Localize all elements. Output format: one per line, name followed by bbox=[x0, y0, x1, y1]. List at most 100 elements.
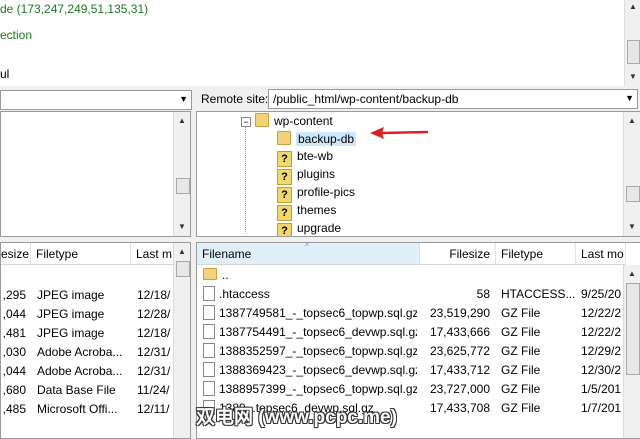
table-row[interactable]: ,044 JPEG image 12/28/ bbox=[1, 305, 173, 324]
local-list-scrollbar[interactable]: ▲ bbox=[173, 243, 190, 438]
cell-lastmod: 1/5/201 bbox=[581, 382, 622, 396]
tree-node-bte-wb[interactable]: ? bte-wb bbox=[277, 149, 333, 167]
table-row[interactable]: ,481 JPEG image 12/18/ bbox=[1, 324, 173, 343]
remote-list-scrollbar[interactable]: ▲ bbox=[623, 265, 640, 438]
scroll-thumb[interactable] bbox=[176, 178, 190, 194]
table-row[interactable]: ,485 Microsoft Offi... 12/11/ bbox=[1, 400, 173, 419]
tree-node-plugins[interactable]: ? plugins bbox=[277, 167, 335, 185]
remote-path-value[interactable]: /public_html/wp-content/backup-db bbox=[273, 92, 458, 106]
table-row[interactable]: 1387749581_-_topsec6_topwp.sql.gz 23,519,… bbox=[197, 304, 623, 323]
cell-filesize: 17,433,712 bbox=[429, 363, 490, 377]
cell-lastmod: 12/30/2 bbox=[581, 363, 622, 377]
scroll-down-icon[interactable]: ▼ bbox=[624, 220, 640, 234]
table-row[interactable]: 1388369423_-_topsec6_devwp.sql.gz 17,433,… bbox=[197, 361, 623, 380]
cell-lastmod: 12/22/2 bbox=[581, 325, 622, 339]
table-row[interactable]: 1387754491_-_topsec6_devwp.sql.gz 17,433,… bbox=[197, 323, 623, 342]
folder-icon bbox=[203, 268, 217, 280]
table-row[interactable]: ,044 Adobe Acroba... 12/31/ bbox=[1, 362, 173, 381]
cell-lastmod: 11/24/ bbox=[137, 383, 170, 397]
scroll-thumb[interactable] bbox=[176, 261, 190, 277]
cell-lastmod: 12/28/ bbox=[137, 307, 171, 321]
cell-filetype: HTACCESS... bbox=[501, 287, 575, 301]
sort-ascending-icon: ^ bbox=[305, 243, 309, 251]
scroll-down-icon[interactable]: ▼ bbox=[174, 220, 190, 234]
scroll-up-icon[interactable]: ▲ bbox=[624, 267, 640, 281]
scroll-thumb[interactable] bbox=[626, 283, 640, 375]
cell-filetype: Data Base File bbox=[37, 383, 116, 397]
cell-filesize: 23,519,290 bbox=[429, 306, 490, 320]
column-header-filesize[interactable]: esize bbox=[1, 243, 31, 265]
local-path-combo[interactable]: ▼ bbox=[0, 90, 192, 110]
table-row[interactable]: .. bbox=[197, 266, 623, 285]
cell-filesize: ,044 bbox=[2, 364, 26, 378]
table-row[interactable]: ,295 JPEG image 12/18/ bbox=[1, 286, 173, 305]
cell-filesize: ,030 bbox=[2, 345, 26, 359]
cell-filetype: GZ File bbox=[501, 306, 541, 320]
column-header-filetype[interactable]: Filetype bbox=[496, 243, 576, 265]
cell-filesize: ,295 bbox=[2, 288, 26, 302]
table-row[interactable]: ,030 Adobe Acroba... 12/31/ bbox=[1, 343, 173, 362]
cell-filetype: Adobe Acroba... bbox=[37, 364, 123, 378]
cell-lastmod: 12/18/ bbox=[137, 326, 171, 340]
cell-filesize: ,485 bbox=[2, 402, 26, 416]
scroll-thumb[interactable] bbox=[627, 40, 640, 64]
tree-node-backup-db[interactable]: backup-db bbox=[277, 131, 357, 149]
filename-text: 1388352597_-_topsec6_topwp.sql.gz bbox=[219, 344, 417, 358]
table-row[interactable]: .htaccess 58 HTACCESS... 9/25/20 bbox=[197, 285, 623, 304]
cell-filesize: ,680 bbox=[2, 383, 26, 397]
local-directory-tree[interactable]: ▲ ▼ bbox=[0, 111, 191, 237]
tree-node-upgrade[interactable]: ? upgrade bbox=[277, 221, 341, 236]
unknown-folder-icon: ? bbox=[277, 151, 292, 167]
collapse-icon[interactable]: − bbox=[241, 117, 251, 127]
column-header-filetype[interactable]: Filetype bbox=[31, 243, 131, 265]
local-file-list[interactable]: esize Filetype Last m ,295 JPEG image 12/1… bbox=[0, 242, 191, 439]
tree-node-wp-content[interactable]: wp-content bbox=[255, 113, 333, 131]
tree-node-themes[interactable]: ? themes bbox=[277, 203, 336, 221]
table-row[interactable]: 1388957399_-_topsec6_topwp.sql.gz 23,727,… bbox=[197, 380, 623, 399]
cell-filetype: Adobe Acroba... bbox=[37, 345, 123, 359]
tree-node-profile-pics[interactable]: ? profile-pics bbox=[277, 185, 355, 203]
filename-text: .htaccess bbox=[219, 287, 270, 301]
file-icon bbox=[203, 343, 215, 358]
cell-filetype: Microsoft Offi... bbox=[37, 402, 118, 416]
message-log: de (173,247,249,51,135,31) ection ul bbox=[0, 0, 624, 86]
remote-path-combo[interactable]: /public_html/wp-content/backup-db ▼ bbox=[268, 89, 638, 109]
cell-filename: 1387754491_-_topsec6_devwp.sql.gz bbox=[203, 323, 417, 342]
cell-filename: 1388369423_-_topsec6_devwp.sql.gz bbox=[203, 361, 417, 380]
scroll-up-icon[interactable]: ▲ bbox=[625, 0, 640, 14]
cell-filesize: 17,433,708 bbox=[429, 401, 490, 415]
scroll-up-icon[interactable]: ▲ bbox=[174, 114, 190, 128]
column-header-filename[interactable]: Filename ^ bbox=[197, 243, 420, 265]
column-header-filesize[interactable]: Filesize bbox=[420, 243, 496, 265]
folder-icon bbox=[255, 113, 269, 127]
cell-lastmod bbox=[581, 266, 623, 285]
scroll-thumb[interactable] bbox=[626, 186, 640, 202]
file-icon bbox=[203, 324, 215, 339]
tree-guide-line bbox=[245, 122, 247, 234]
file-icon bbox=[203, 286, 215, 301]
table-row[interactable]: 1388352597_-_topsec6_topwp.sql.gz 23,625,… bbox=[197, 342, 623, 361]
cell-filename: 1388352597_-_topsec6_topwp.sql.gz bbox=[203, 342, 417, 361]
log-scrollbar[interactable]: ▲ ▼ bbox=[624, 0, 640, 86]
log-line: de (173,247,249,51,135,31) bbox=[0, 2, 149, 16]
unknown-folder-icon: ? bbox=[277, 205, 292, 221]
column-header-lastmod[interactable]: Last mo bbox=[576, 243, 626, 265]
chevron-down-icon[interactable]: ▼ bbox=[625, 93, 634, 103]
cell-filename: 1387749581_-_topsec6_topwp.sql.gz bbox=[203, 304, 417, 323]
scroll-up-icon[interactable]: ▲ bbox=[624, 114, 640, 128]
log-line: ul bbox=[0, 67, 10, 81]
unknown-folder-icon: ? bbox=[277, 187, 292, 203]
remote-tree-scrollbar[interactable]: ▲ ▼ bbox=[623, 112, 640, 236]
file-icon bbox=[203, 305, 215, 320]
local-tree-scrollbar[interactable]: ▲ ▼ bbox=[173, 112, 190, 236]
cell-filetype: GZ File bbox=[501, 382, 541, 396]
remote-site-label: Remote site: bbox=[201, 92, 269, 106]
cell-filesize: 17,433,666 bbox=[429, 325, 490, 339]
scroll-up-icon[interactable]: ▲ bbox=[174, 245, 190, 259]
chevron-down-icon[interactable]: ▼ bbox=[179, 94, 188, 104]
cell-filetype: GZ File bbox=[501, 363, 541, 377]
cell-filesize: ,044 bbox=[2, 307, 26, 321]
scroll-down-icon[interactable]: ▼ bbox=[625, 70, 640, 84]
table-row[interactable]: ,680 Data Base File 11/24/ bbox=[1, 381, 173, 400]
column-header-lastmod[interactable]: Last m bbox=[131, 243, 176, 265]
